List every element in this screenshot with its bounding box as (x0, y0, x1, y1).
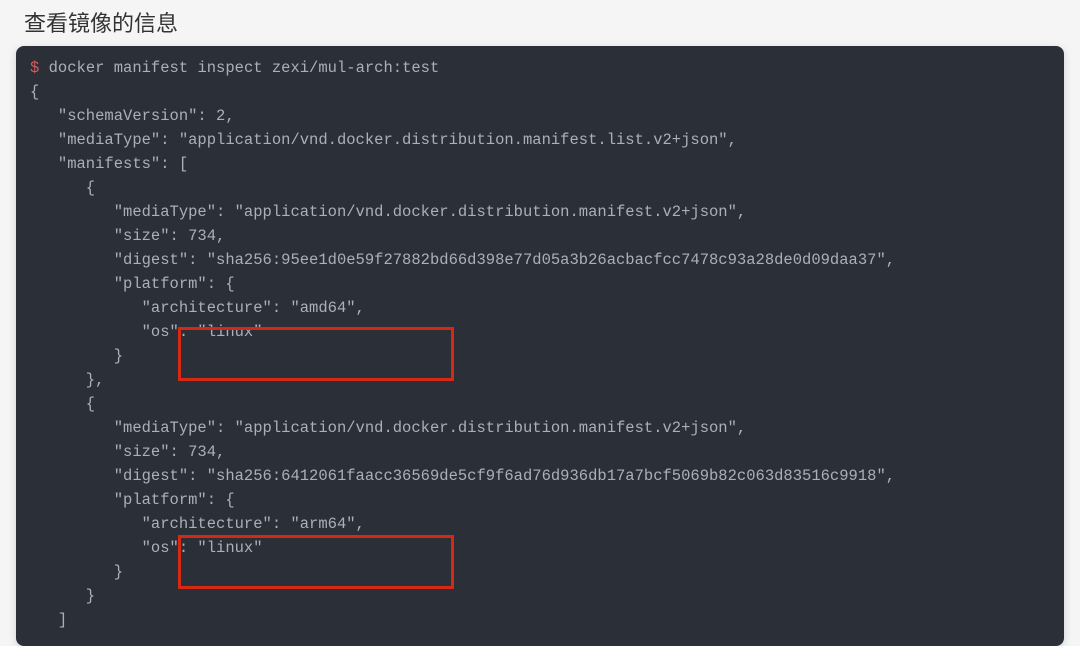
output-line: "mediaType": "application/vnd.docker.dis… (30, 131, 737, 149)
prompt-symbol: $ (30, 59, 39, 77)
section-title: 查看镜像的信息 (0, 0, 1080, 46)
output-line: "mediaType": "application/vnd.docker.dis… (30, 419, 746, 437)
output-line: "mediaType": "application/vnd.docker.dis… (30, 203, 746, 221)
output-line: ] (30, 611, 67, 629)
output-line: "size": 734, (30, 227, 225, 245)
output-line: "platform": { (30, 275, 235, 293)
output-line: "platform": { (30, 491, 235, 509)
output-line: { (30, 395, 95, 413)
output-line: "os": "linux" (30, 323, 263, 341)
command-text: docker manifest inspect zexi/mul-arch:te… (39, 59, 439, 77)
output-line: "os": "linux" (30, 539, 263, 557)
output-line: "schemaVersion": 2, (30, 107, 235, 125)
output-line: } (30, 587, 95, 605)
terminal: $ docker manifest inspect zexi/mul-arch:… (16, 46, 1064, 646)
output-line: "manifests": [ (30, 155, 188, 173)
terminal-container: $ docker manifest inspect zexi/mul-arch:… (16, 46, 1064, 646)
output-line: }, (30, 371, 104, 389)
output-line: } (30, 347, 123, 365)
output-line: { (30, 83, 39, 101)
output-line: "architecture": "amd64", (30, 299, 365, 317)
output-line: { (30, 179, 95, 197)
output-line: "digest": "sha256:95ee1d0e59f27882bd66d3… (30, 251, 895, 269)
output-line: "digest": "sha256:6412061faacc36569de5cf… (30, 467, 895, 485)
output-line: "architecture": "arm64", (30, 515, 365, 533)
output-line: "size": 734, (30, 443, 225, 461)
output-line: } (30, 563, 123, 581)
terminal-output: $ docker manifest inspect zexi/mul-arch:… (30, 56, 1050, 632)
